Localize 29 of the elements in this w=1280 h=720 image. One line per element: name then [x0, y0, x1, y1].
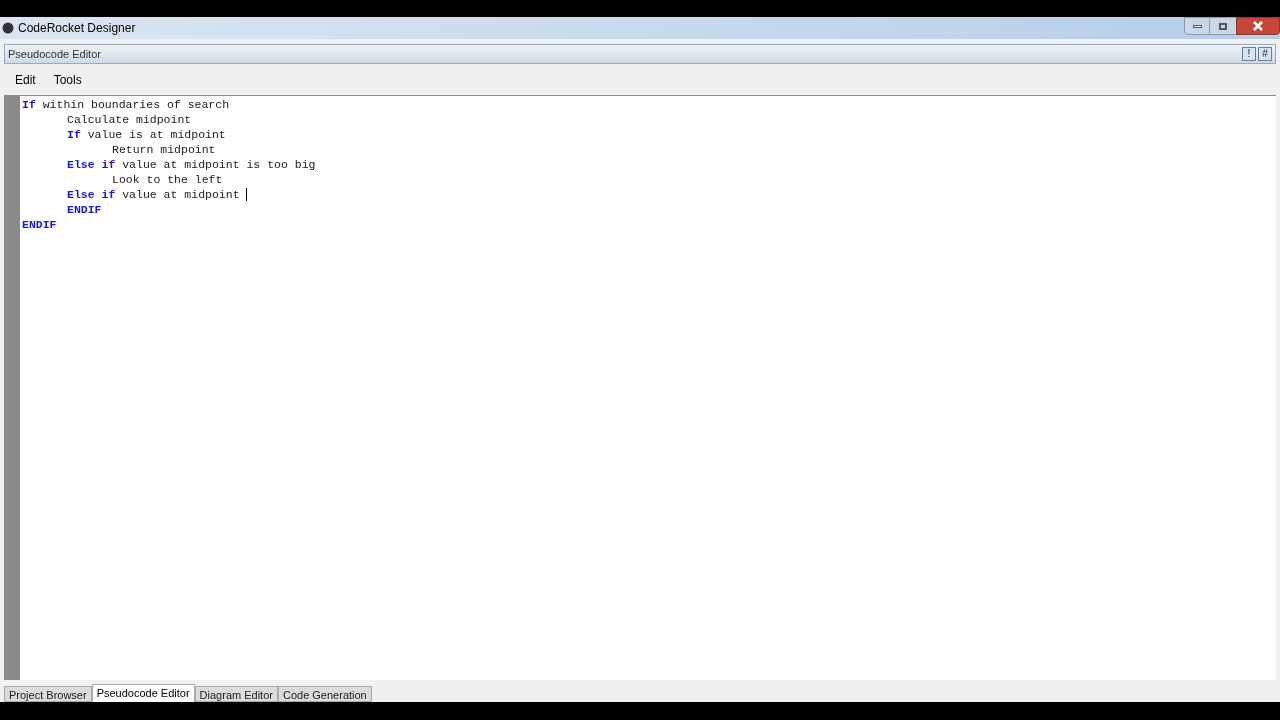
- code-text: within boundaries of search: [41, 96, 230, 113]
- code-text: value at midpoint is too big: [121, 156, 316, 173]
- close-icon: [1253, 21, 1263, 31]
- code-text: value at midpoint: [121, 186, 241, 203]
- restore-button[interactable]: [1210, 17, 1236, 35]
- tab[interactable]: Project Browser: [4, 686, 92, 702]
- text-cursor: [246, 188, 248, 201]
- code-text: Look to the left: [112, 171, 223, 188]
- code-keyword: If: [67, 126, 81, 143]
- tab[interactable]: Pseudocode Editor: [91, 684, 195, 702]
- menu-item[interactable]: Edit: [15, 71, 36, 89]
- code-keyword: Else if: [67, 186, 116, 203]
- panel-title: Pseudocode Editor: [8, 46, 101, 62]
- code-editor[interactable]: If within boundaries of search Calculate midpoint If value is at midpoint Return midpoint Else if value at midpoint is too big Look to the left Else if value at midpoint ENDIF ENDIF: [4, 95, 1276, 680]
- window-title: CodeRocket Designer: [18, 20, 136, 37]
- code-keyword: ENDIF: [67, 201, 102, 218]
- code-text: Calculate midpoint: [67, 111, 192, 128]
- code-text: Return midpoint: [112, 141, 216, 158]
- code-keyword: If: [22, 96, 36, 113]
- code-keyword: Else if: [67, 156, 116, 173]
- panel-button[interactable]: #: [1258, 47, 1272, 61]
- minimize-button[interactable]: [1184, 17, 1210, 35]
- code-text: value is at midpoint: [86, 126, 226, 143]
- tab[interactable]: Code Generation: [277, 686, 372, 702]
- panel-button[interactable]: !: [1242, 47, 1256, 61]
- tab[interactable]: Diagram Editor: [194, 686, 278, 702]
- menu-item[interactable]: Tools: [53, 71, 82, 89]
- code-keyword: ENDIF: [22, 216, 57, 233]
- close-button[interactable]: [1236, 17, 1280, 35]
